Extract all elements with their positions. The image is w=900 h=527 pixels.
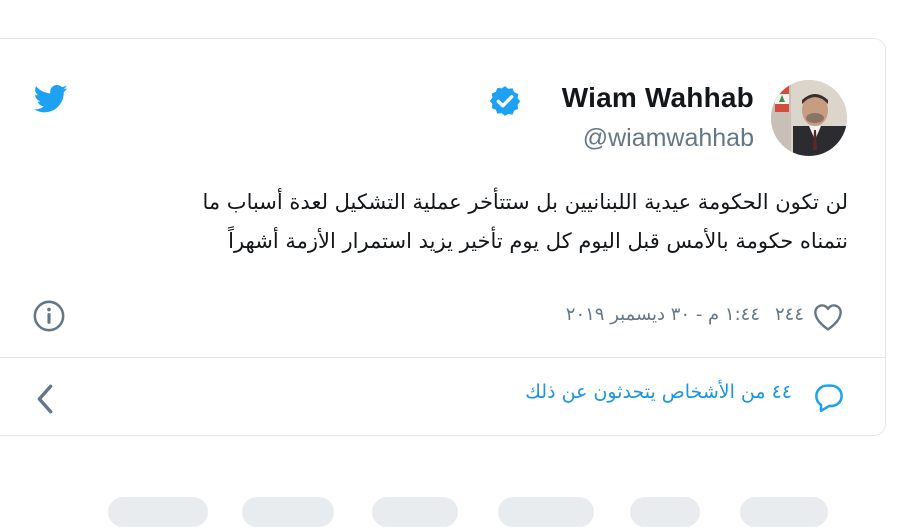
tweet-text-line: لن تكون الحكومة عيدية اللبنانيين بل ستتأ… <box>202 190 848 214</box>
avatar-image <box>771 80 847 156</box>
chevron-left-icon[interactable] <box>34 382 56 416</box>
ghost-pill <box>498 497 594 527</box>
twitter-bird-icon[interactable] <box>34 84 68 114</box>
ghost-pill <box>630 497 700 527</box>
ghost-pill <box>740 497 828 527</box>
conversation-link[interactable]: ٤٤ من الأشخاص يتحدثون عن ذلك <box>525 381 792 403</box>
info-icon[interactable] <box>32 299 66 333</box>
ghost-pill <box>108 497 208 527</box>
reply-bubble-icon[interactable] <box>813 382 845 412</box>
tweet-text-line: نتمناه حكومة بالأمس قبل اليوم كل يوم تأخ… <box>228 229 848 253</box>
author-display-name[interactable]: Wiam Wahhab <box>562 82 754 114</box>
card-divider <box>0 357 886 358</box>
author-handle[interactable]: @wiamwahhab <box>583 124 754 153</box>
tweet-text: لن تكون الحكومة عيدية اللبنانيين بل ستتأ… <box>68 183 848 261</box>
ghost-pill <box>372 497 458 527</box>
avatar[interactable] <box>771 80 847 156</box>
like-count[interactable]: ٢٤٤ <box>775 304 804 325</box>
ghost-pill <box>242 497 334 527</box>
tweet-timestamp[interactable]: ١:٤٤ م - ٣٠ ديسمبر ٢٠١٩ <box>566 304 760 325</box>
verified-badge-icon <box>489 86 521 116</box>
heart-icon[interactable] <box>812 302 844 332</box>
